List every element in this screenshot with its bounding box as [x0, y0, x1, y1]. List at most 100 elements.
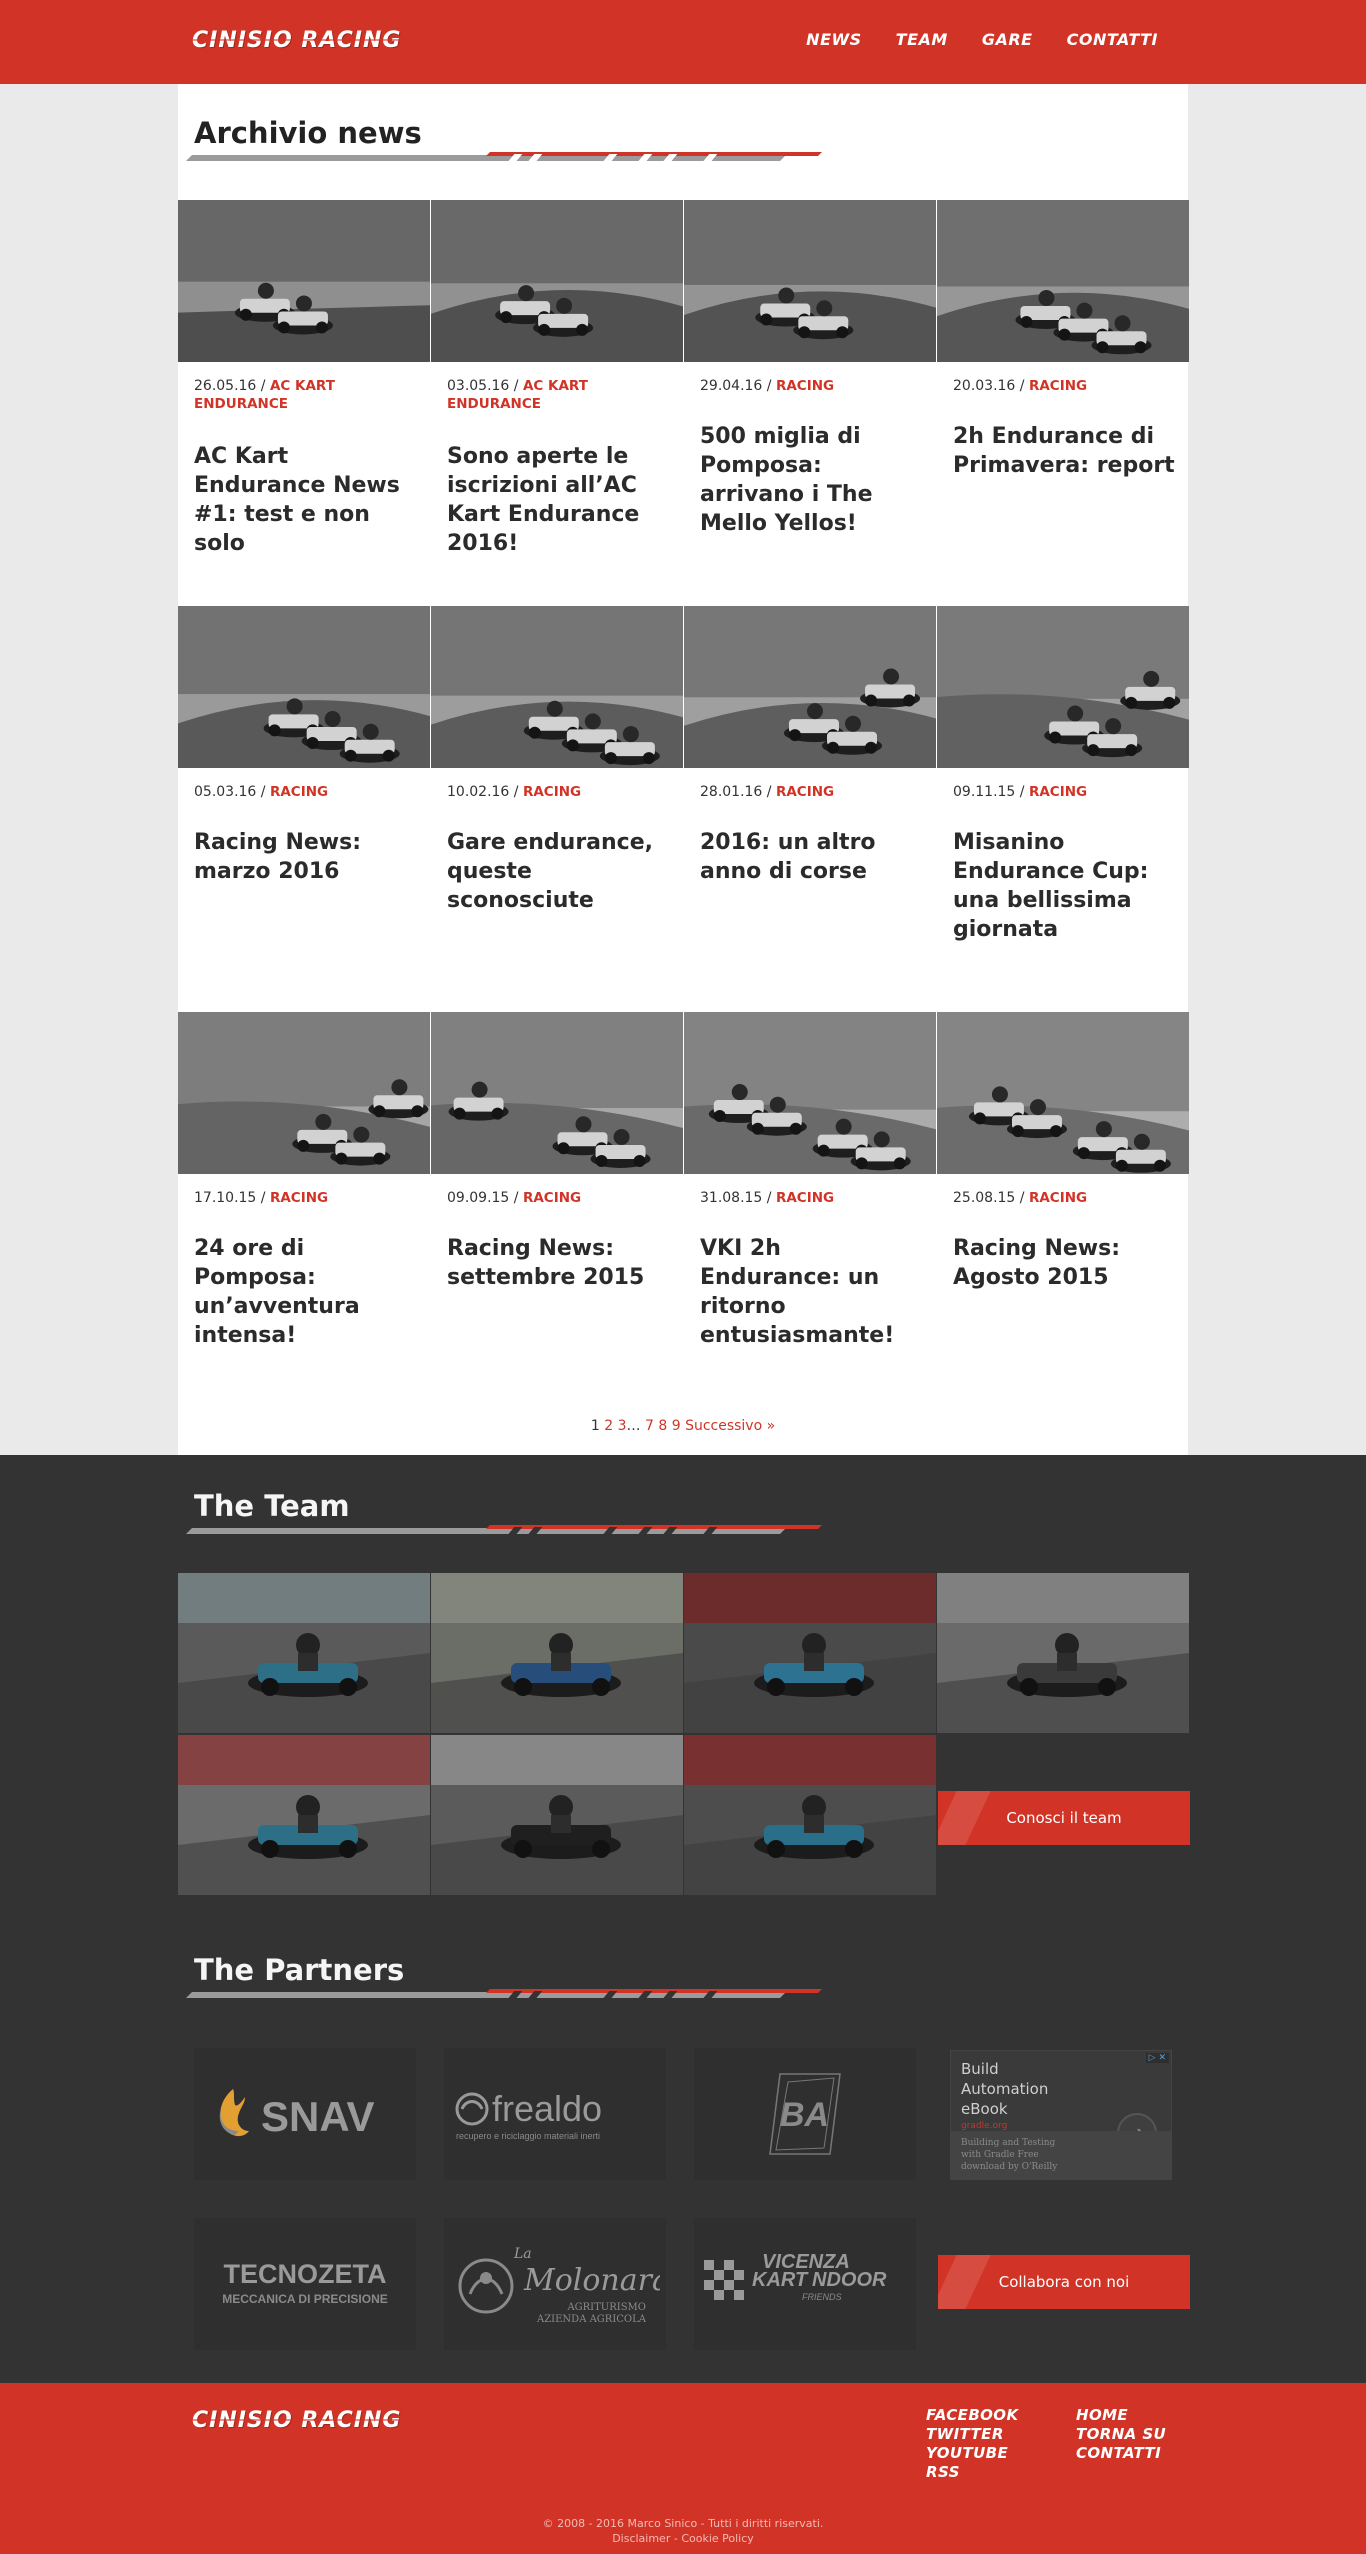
partner-tecnozeta[interactable]: TECNOZETA MECCANICA DI PRECISIONE [194, 2218, 416, 2350]
news-category[interactable]: RACING [270, 784, 328, 800]
footer-link-youtube[interactable]: YOUTUBE [926, 2444, 1018, 2463]
partner-ba[interactable]: BA [694, 2048, 916, 2180]
news-thumbnail[interactable] [937, 606, 1189, 768]
molonara-logo: La Molonara AGRITURISMO AZIENDA AGRICOLA [458, 2246, 660, 2325]
news-title[interactable]: Racing News: marzo 2016 [194, 828, 419, 886]
news-meta: 10.02.16 / RACING [447, 784, 582, 800]
news-date: 09.09.15 [447, 1190, 510, 1206]
news-category[interactable]: RACING [776, 1190, 834, 1206]
nav-team[interactable]: TEAM [896, 30, 948, 49]
nav-contatti[interactable]: CONTATTI [1067, 30, 1158, 49]
ad-body: Building and Testing with Gradle Free do… [951, 2131, 1171, 2179]
news-thumbnail[interactable] [431, 200, 683, 362]
page-next[interactable]: Successivo » [685, 1418, 775, 1434]
page-current: 1 [590, 1418, 600, 1434]
news-thumbnail[interactable] [431, 1012, 683, 1174]
news-title[interactable]: 2016: un altro anno di corse [700, 828, 925, 886]
team-photo[interactable] [431, 1735, 683, 1895]
legal-links[interactable]: Disclaimer - Cookie Policy [0, 2531, 1366, 2546]
team-photo[interactable] [684, 1735, 936, 1895]
news-thumbnail[interactable] [684, 1012, 936, 1174]
footer-logo[interactable]: CINISIO RACING [192, 2408, 402, 2433]
news-meta: 09.11.15 / RACING [953, 784, 1088, 800]
svg-text:AGRITURISMO: AGRITURISMO [566, 2302, 646, 2313]
news-thumbnail[interactable] [431, 606, 683, 768]
news-thumbnail[interactable] [937, 1012, 1189, 1174]
site-logo[interactable]: CINISIO RACING [192, 28, 402, 53]
team-photo[interactable] [431, 1573, 683, 1733]
nav-gare[interactable]: GARE [982, 30, 1033, 49]
news-category[interactable]: RACING [523, 784, 581, 800]
team-cta-button[interactable]: Conosci il team [938, 1791, 1190, 1845]
news-category[interactable]: RACING [523, 1190, 581, 1206]
ad-choices-icon[interactable]: ▷ ✕ [1145, 2053, 1169, 2063]
news-category[interactable]: RACING [1029, 1190, 1087, 1206]
news-title[interactable]: AC Kart Endurance News #1: test e non so… [194, 442, 419, 558]
news-title[interactable]: Racing News: settembre 2015 [447, 1234, 672, 1292]
news-thumbnail[interactable] [178, 606, 430, 768]
news-category[interactable]: RACING [1029, 378, 1087, 394]
svg-text:recupero e riciclaggio materia: recupero e riciclaggio materiali inerti [456, 2131, 600, 2141]
svg-text:SNAV: SNAV [261, 2093, 375, 2140]
news-title[interactable]: Sono aperte le iscrizioni all’AC Kart En… [447, 442, 672, 558]
page-link-2[interactable]: 2 [604, 1418, 613, 1434]
news-title[interactable]: 24 ore di Pomposa: un’avventura intensa! [194, 1234, 419, 1350]
page-link-7[interactable]: 7 [645, 1418, 654, 1434]
news-thumbnail[interactable] [178, 1012, 430, 1174]
page-link-8[interactable]: 8 [658, 1418, 667, 1434]
news-category[interactable]: RACING [776, 378, 834, 394]
footer-link-home[interactable]: HOME [1076, 2406, 1166, 2425]
footer-link-contatti[interactable]: CONTATTI [1076, 2444, 1166, 2463]
partners-title: The Partners [194, 1953, 405, 1987]
news-title[interactable]: Racing News: Agosto 2015 [953, 1234, 1178, 1292]
partners-stripe [186, 1989, 822, 1999]
svg-text:AZIENDA AGRICOLA: AZIENDA AGRICOLA [536, 2314, 647, 2325]
news-thumbnail[interactable] [937, 200, 1189, 362]
news-title[interactable]: VKI 2h Endurance: un ritorno entusiasman… [700, 1234, 925, 1350]
news-date: 31.08.15 [700, 1190, 763, 1206]
svg-text:BA: BA [780, 2096, 829, 2134]
svg-text:TECNOZETA: TECNOZETA [224, 2259, 387, 2289]
ad-banner[interactable]: Build Automation eBook gradle.org ➜ ▷ ✕ … [950, 2050, 1172, 2180]
news-title[interactable]: 500 miglia di Pomposa: arrivano i The Me… [700, 422, 925, 538]
partner-frealdo[interactable]: frealdo recupero e riciclaggio materiali… [444, 2048, 666, 2180]
news-category[interactable]: RACING [270, 1190, 328, 1206]
partner-molonara[interactable]: La Molonara AGRITURISMO AZIENDA AGRICOLA [444, 2218, 666, 2350]
news-thumbnail[interactable] [684, 200, 936, 362]
vicenza-kart-indoor-logo: VICENZA KART NDOOR FRIENDS [704, 2251, 887, 2302]
news-meta: 31.08.15 / RACING [700, 1190, 835, 1206]
svg-text:frealdo: frealdo [492, 2088, 602, 2129]
snav-logo: SNAV [219, 2089, 375, 2140]
news-title[interactable]: Misanino Endurance Cup: una bellissima g… [953, 828, 1178, 944]
team-photo[interactable] [937, 1573, 1189, 1733]
partner-snav[interactable]: SNAV [194, 2048, 416, 2180]
frealdo-logo: frealdo recupero e riciclaggio materiali… [455, 2088, 602, 2141]
news-meta: 26.05.16 / AC KART ENDURANCE [194, 378, 335, 412]
footer-link-back-to-top[interactable]: TORNA SU [1076, 2425, 1166, 2444]
partners-cta-button[interactable]: Collabora con noi [938, 2255, 1190, 2309]
news-category[interactable]: RACING [776, 784, 834, 800]
footer-link-facebook[interactable]: FACEBOOK [926, 2406, 1018, 2425]
team-photo[interactable] [178, 1573, 430, 1733]
footer-link-rss[interactable]: RSS [926, 2463, 1018, 2482]
news-meta: 03.05.16 / AC KART ENDURANCE [447, 378, 588, 412]
news-category[interactable]: RACING [1029, 784, 1087, 800]
footer-link-twitter[interactable]: TWITTER [926, 2425, 1018, 2444]
news-thumbnail[interactable] [178, 200, 430, 362]
team-photo[interactable] [178, 1735, 430, 1895]
team-partners-section: The Team Conosci il team The Partners SN… [0, 1455, 1366, 2383]
news-title[interactable]: 2h Endurance di Primavera: report [953, 422, 1178, 480]
news-date: 10.02.16 [447, 784, 510, 800]
team-photo[interactable] [684, 1573, 936, 1733]
main-nav: NEWS TEAM GARE CONTATTI [806, 30, 1158, 49]
partner-vicenza-kart-indoor[interactable]: VICENZA KART NDOOR FRIENDS [694, 2218, 916, 2350]
news-title[interactable]: Gare endurance, queste sconosciute [447, 828, 672, 915]
news-date: 29.04.16 [700, 378, 763, 394]
site-footer: CINISIO RACING FACEBOOK TWITTER YOUTUBE … [0, 2383, 1366, 2554]
page-link-9[interactable]: 9 [672, 1418, 681, 1434]
news-date: 09.11.15 [953, 784, 1016, 800]
news-thumbnail[interactable] [684, 606, 936, 768]
title-stripe [186, 152, 822, 162]
nav-news[interactable]: NEWS [806, 30, 862, 49]
ba-logo: BA [769, 2073, 841, 2155]
